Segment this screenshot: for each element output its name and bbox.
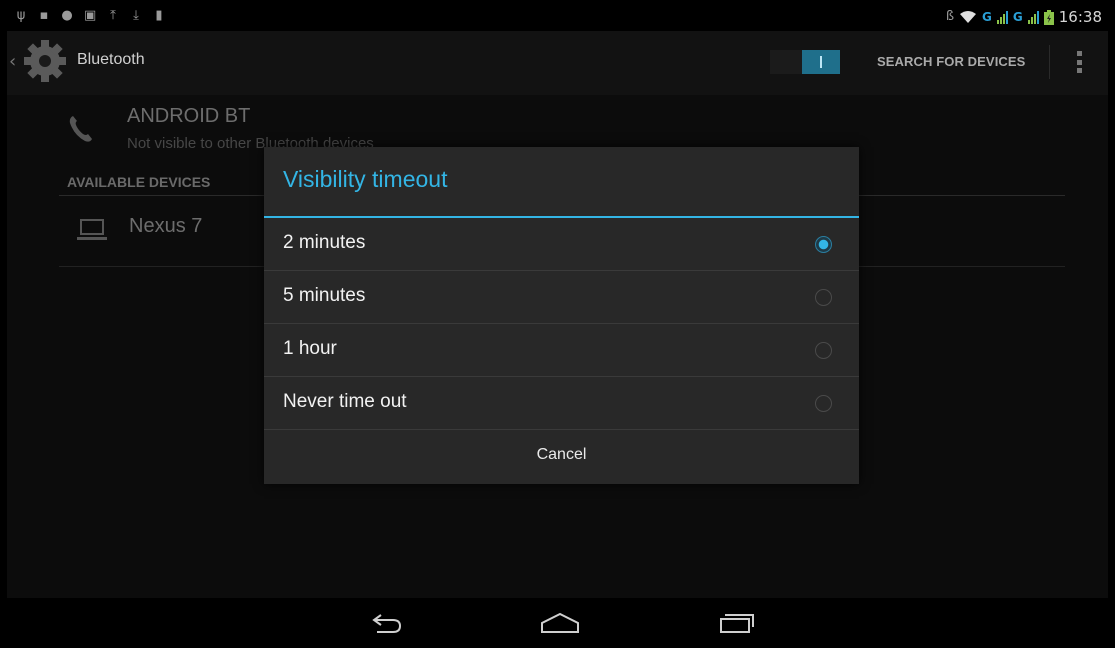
available-devices-header: AVAILABLE DEVICES (67, 174, 211, 190)
navigation-bar (7, 598, 1108, 648)
battery-icon (1043, 9, 1054, 25)
download-icon: ⤓ (133, 8, 139, 23)
status-bar: ψ ▪ ● ▣ ⤒ ⤓ ▮ ß G G 16:38 (7, 5, 1108, 31)
clock: 16:38 (1058, 8, 1102, 26)
signal-icon-1 (996, 10, 1008, 24)
laptop-icon (77, 219, 107, 241)
sync-icon: ● (61, 8, 73, 23)
device-name: Nexus 7 (129, 215, 203, 237)
option-label: 1 hour (283, 338, 337, 359)
option-label: Never time out (283, 391, 407, 412)
sd-card-icon: ▮ (155, 8, 163, 23)
option-label: 5 minutes (283, 285, 366, 306)
radio-unselected-icon[interactable] (815, 289, 832, 306)
toggle-knob (802, 50, 840, 74)
bluetooth-toggle[interactable] (770, 50, 840, 74)
bluetooth-icon: ß (945, 9, 955, 24)
upload-icon: ⤒ (110, 8, 116, 23)
signal-icon-2 (1027, 10, 1039, 24)
option-never-time-out[interactable]: Never time out (264, 377, 859, 430)
option-label: 2 minutes (283, 232, 366, 253)
phone-icon (69, 116, 92, 142)
radio-unselected-icon[interactable] (815, 342, 832, 359)
option-2-minutes[interactable]: 2 minutes (264, 218, 859, 271)
network-type-1: G (982, 10, 992, 24)
radio-unselected-icon[interactable] (815, 395, 832, 412)
system-icons: ß G G 16:38 (946, 8, 1102, 26)
option-5-minutes[interactable]: 5 minutes (264, 271, 859, 324)
cancel-label: Cancel (536, 446, 587, 463)
network-type-2: G (1012, 10, 1023, 24)
image-icon: ▣ (84, 8, 97, 23)
visibility-timeout-dialog: Visibility timeout 2 minutes 5 minutes 1… (264, 147, 859, 484)
wifi-icon (960, 11, 977, 23)
dialog-title: Visibility timeout (283, 166, 448, 192)
home-icon[interactable] (540, 612, 580, 634)
search-for-devices-button[interactable]: SEARCH FOR DEVICES (877, 54, 1025, 69)
lock-icon: ▪ (39, 8, 49, 23)
notification-icons: ψ ▪ ● ▣ ⤒ ⤓ ▮ (15, 9, 165, 23)
local-device-name: ANDROID BT (127, 105, 251, 127)
cancel-button[interactable]: Cancel (264, 431, 859, 484)
overflow-menu-icon[interactable] (1077, 51, 1083, 73)
up-caret-icon[interactable]: ‹ (9, 51, 16, 72)
usb-icon: ψ (16, 8, 26, 23)
action-bar-divider (1049, 45, 1050, 79)
page-title: Bluetooth (77, 51, 145, 68)
radio-selected-icon[interactable] (815, 236, 832, 253)
option-1-hour[interactable]: 1 hour (264, 324, 859, 377)
action-bar: ‹ Bluetooth SEARCH FOR DEVICES (7, 31, 1108, 95)
back-icon[interactable] (367, 612, 407, 636)
settings-gear-icon[interactable] (21, 37, 69, 85)
android-screen: ψ ▪ ● ▣ ⤒ ⤓ ▮ ß G G 16:38 ‹ Bluetooth SE… (7, 5, 1108, 648)
recent-apps-icon[interactable] (717, 610, 757, 634)
